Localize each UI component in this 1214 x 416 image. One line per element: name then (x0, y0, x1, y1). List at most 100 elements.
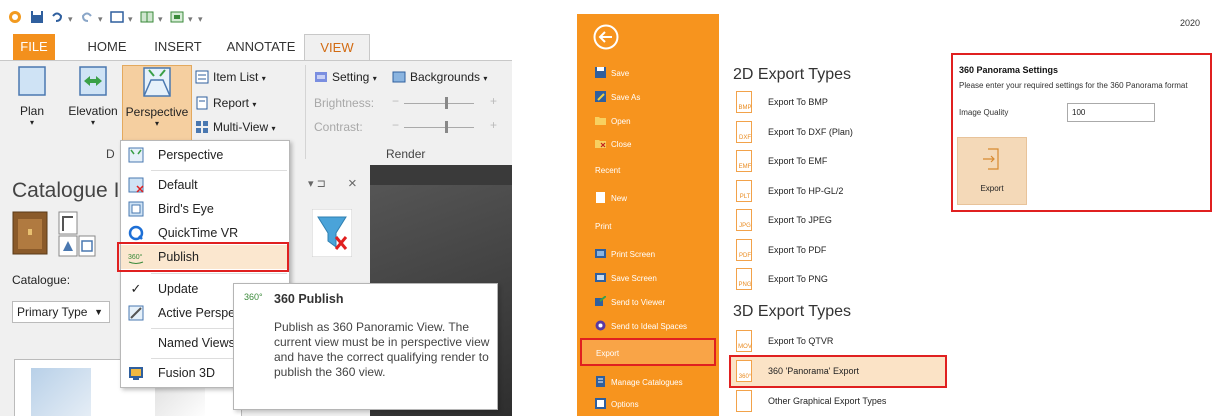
contrast-slider[interactable] (404, 127, 474, 128)
redo-dropdown-icon[interactable]: ▾ (98, 14, 103, 25)
sidebar-item-open[interactable]: Open (595, 115, 631, 126)
sidebar-item-send-to-ideal-spaces[interactable]: Send to Ideal Spaces (595, 320, 687, 331)
cabinet-icon[interactable] (12, 211, 48, 255)
panorama-export-highlight-box (729, 355, 947, 388)
grid-dropdown-icon[interactable]: ▾ (158, 14, 163, 25)
brightness-plus-icon[interactable]: + (490, 94, 497, 108)
setting-button[interactable]: Setting ▾ (314, 70, 377, 84)
tab-home[interactable]: HOME (86, 34, 128, 60)
tab-file[interactable]: FILE (13, 34, 55, 60)
sidebar-item-save[interactable]: Save (595, 67, 629, 78)
new-file-icon (596, 192, 605, 203)
file-type-icon-label: JPG (739, 223, 751, 229)
sidebar-item-label: Export (596, 349, 620, 358)
contrast-minus-icon[interactable]: − (392, 118, 399, 132)
plan-label: Plan (19, 104, 45, 118)
export-item-label: Export To PNG (768, 274, 828, 284)
save-icon[interactable] (30, 10, 44, 24)
primary-type-select[interactable]: Primary Type ▼ (12, 301, 110, 323)
export-item[interactable]: Other Graphical Export Types (736, 390, 922, 412)
sidebar-item-label: Manage Catalogues (611, 378, 683, 387)
panorama-settings-subtitle: Please enter your required settings for … (959, 81, 1188, 90)
check-icon: ✓ (130, 281, 142, 296)
ribbon-group-divider (305, 65, 306, 159)
tab-insert[interactable]: INSERT (153, 34, 203, 60)
sidebar-item-export[interactable]: Export (580, 338, 716, 366)
menu-item-default[interactable]: Default (121, 173, 289, 197)
export-item[interactable]: PDF Export To PDF (736, 238, 922, 261)
render-view-icon[interactable] (170, 10, 184, 24)
file-type-icon: EMF (736, 150, 752, 172)
menu-item-label: Fusion 3D (158, 366, 215, 380)
sidebar-item-options[interactable]: Options (595, 398, 639, 409)
sidebar-item-manage-catalogues[interactable]: Manage Catalogues (595, 376, 683, 387)
panorama-settings-panel: 360 Panorama Settings Please enter your … (951, 53, 1212, 212)
brightness-minus-icon[interactable]: − (392, 94, 399, 108)
item-list-icon (195, 70, 209, 84)
backgrounds-button[interactable]: Backgrounds ▾ (392, 70, 487, 84)
primary-type-value: Primary Type (17, 305, 88, 319)
sidebar-header-recent: Recent (595, 166, 621, 175)
tooltip-body: Publish as 360 Panoramic View. The curre… (274, 320, 490, 379)
customize-toolbar-icon[interactable]: ▾ (198, 14, 203, 25)
elevation-dropdown-icon: ▾ (90, 118, 95, 127)
sidebar-item-save-screen[interactable]: Save Screen (595, 272, 657, 283)
perspective-button[interactable]: Perspective ▾ (122, 65, 192, 143)
menu-divider (151, 170, 287, 171)
tab-view[interactable]: VIEW (304, 34, 370, 60)
export-item[interactable]: MOV Export To QTVR (736, 330, 922, 352)
brightness-slider-thumb[interactable] (445, 97, 448, 109)
export-item[interactable]: BMP Export To BMP (736, 91, 922, 113)
perspective-label: Perspective (125, 105, 189, 119)
report-button[interactable]: Report ▾ (195, 96, 256, 110)
export-item[interactable]: PNG Export To PNG (736, 268, 922, 290)
menu-item-label: Perspective (158, 148, 224, 162)
elevation-button[interactable]: Elevation ▾ (62, 65, 124, 127)
new-window-icon[interactable] (110, 10, 124, 24)
contrast-slider-thumb[interactable] (445, 121, 448, 133)
multi-view-button[interactable]: Multi-View ▾ (195, 120, 275, 134)
export-item[interactable]: DXF Export To DXF (Plan) (736, 120, 922, 143)
brightness-slider[interactable] (404, 103, 474, 104)
sidebar-item-save-as[interactable]: Save As (595, 91, 640, 102)
folder-open-icon (595, 117, 606, 125)
catalogue-item-thumbnail[interactable] (31, 368, 91, 416)
menu-item-perspective[interactable]: Perspective (121, 143, 289, 167)
menu-item-label: Active Perspe (158, 306, 236, 320)
undo-dropdown-icon[interactable]: ▾ (68, 14, 73, 25)
panel-pin-icon[interactable]: ▾ ⊐ (308, 177, 326, 190)
file-type-icon-label: BMP (738, 105, 752, 111)
back-arrow-icon[interactable] (593, 24, 619, 50)
sidebar-item-label: Send to Ideal Spaces (611, 322, 688, 331)
shape-tools-icon[interactable] (58, 211, 96, 257)
menu-item-birds-eye[interactable]: Bird's Eye (121, 197, 289, 221)
manage-catalogues-icon (596, 376, 605, 387)
image-quality-input[interactable]: 100 (1067, 103, 1155, 122)
view-grid-icon[interactable] (140, 10, 154, 24)
undo-icon[interactable] (50, 10, 64, 24)
multi-view-icon (196, 121, 208, 133)
tooltip-title: 360 Publish (274, 292, 344, 306)
ribbon-tab-bar: FILE HOME INSERT ANNOTATE VIEW (0, 34, 512, 60)
sidebar-item-close[interactable]: Close (595, 138, 631, 149)
sidebar-item-send-to-viewer[interactable]: Send to Viewer (595, 296, 665, 307)
panel-close-icon[interactable]: × (348, 175, 357, 192)
sidebar-item-print-screen[interactable]: Print Screen (595, 248, 655, 259)
plan-button[interactable]: Plan ▾ (8, 65, 56, 127)
export-item[interactable]: EMF Export To EMF (736, 150, 922, 172)
elevation-icon (79, 66, 107, 96)
contrast-plus-icon[interactable]: + (490, 118, 497, 132)
export-button[interactable]: Export (957, 137, 1027, 205)
redo-icon[interactable] (80, 10, 94, 24)
tab-annotate[interactable]: ANNOTATE (226, 34, 296, 60)
render-dropdown-icon[interactable]: ▾ (188, 14, 193, 25)
export-item[interactable]: PLT Export To HP-GL/2 (736, 179, 922, 202)
window-dropdown-icon[interactable]: ▾ (128, 14, 133, 25)
app-logo-icon[interactable] (8, 10, 22, 24)
export-item[interactable]: JPG Export To JPEG (736, 209, 922, 231)
multi-view-label: Multi-View (213, 120, 269, 134)
sidebar-item-new[interactable]: New (595, 192, 627, 203)
filter-remove-icon[interactable] (312, 209, 352, 257)
export-item-label: Export To EMF (768, 156, 828, 166)
item-list-button[interactable]: Item List ▾ (195, 70, 266, 84)
